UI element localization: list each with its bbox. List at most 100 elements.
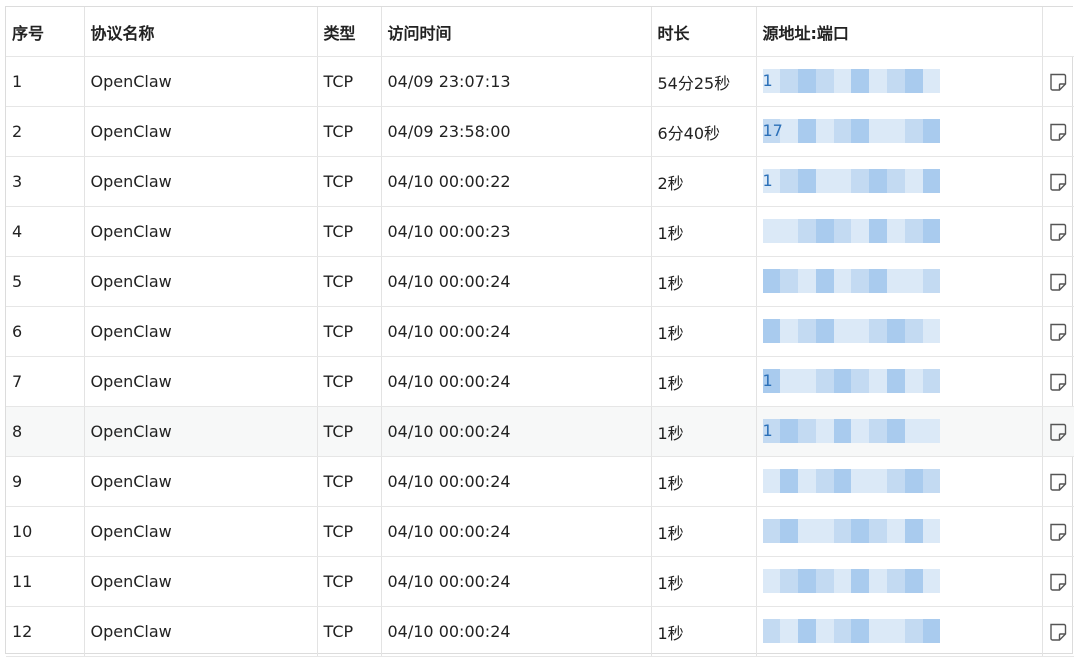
source-address-prefix: 17 (762, 121, 783, 140)
column-header-no[interactable]: 序号 (6, 7, 85, 57)
protocol-name: OpenClaw (84, 356, 318, 407)
row-number: 3 (6, 156, 85, 207)
source-address[interactable]: 1 (756, 56, 1043, 107)
redacted-mosaic (762, 419, 941, 443)
table-row[interactable]: 12 OpenClaw TCP 04/10 00:00:24 1秒 (6, 606, 1074, 657)
table-row[interactable]: 1 OpenClaw TCP 04/09 23:07:13 54分25秒 1 (6, 56, 1074, 107)
redacted-mosaic (762, 69, 941, 93)
table-row[interactable]: 4 OpenClaw TCP 04/10 00:00:23 1秒 (6, 206, 1074, 257)
source-address[interactable]: 1 (756, 156, 1043, 207)
column-header-action (1042, 7, 1074, 57)
source-address[interactable]: 1 (756, 356, 1043, 407)
table-row[interactable]: 11 OpenClaw TCP 04/10 00:00:24 1秒 (6, 556, 1074, 607)
redacted-mosaic (762, 269, 941, 293)
row-action[interactable] (1042, 606, 1074, 657)
row-number: 10 (6, 506, 85, 557)
protocol-name: OpenClaw (84, 306, 318, 357)
redacted-mosaic (762, 169, 941, 193)
protocol-name: OpenClaw (84, 206, 318, 257)
column-header-time[interactable]: 访问时间 (381, 7, 652, 57)
duration: 2秒 (651, 156, 757, 207)
row-action[interactable] (1042, 256, 1074, 307)
note-icon[interactable] (1048, 572, 1068, 592)
table-row[interactable]: 5 OpenClaw TCP 04/10 00:00:24 1秒 (6, 256, 1074, 307)
source-address-prefix: 1 (762, 71, 773, 90)
table-row[interactable]: 3 OpenClaw TCP 04/10 00:00:22 2秒 1 (6, 156, 1074, 207)
protocol-name: OpenClaw (84, 406, 318, 457)
source-address[interactable] (756, 306, 1043, 357)
source-address[interactable] (756, 606, 1043, 657)
note-icon[interactable] (1048, 422, 1068, 442)
row-action[interactable] (1042, 156, 1074, 207)
source-address[interactable]: 17 (756, 106, 1043, 157)
row-action[interactable] (1042, 206, 1074, 257)
duration: 1秒 (651, 256, 757, 307)
note-icon[interactable] (1048, 72, 1068, 92)
column-header-type[interactable]: 类型 (317, 7, 382, 57)
source-address[interactable] (756, 256, 1043, 307)
protocol-name: OpenClaw (84, 56, 318, 107)
access-time: 04/10 00:00:22 (381, 156, 652, 207)
row-action[interactable] (1042, 456, 1074, 507)
access-time: 04/10 00:00:24 (381, 506, 652, 557)
duration: 1秒 (651, 206, 757, 257)
table-row[interactable]: 9 OpenClaw TCP 04/10 00:00:24 1秒 (6, 456, 1074, 507)
redacted-mosaic (762, 469, 941, 493)
source-address[interactable]: 1 (756, 406, 1043, 457)
note-icon[interactable] (1048, 522, 1068, 542)
connection-type: TCP (317, 356, 382, 407)
access-time: 04/09 23:58:00 (381, 106, 652, 157)
row-action[interactable] (1042, 406, 1074, 457)
column-header-duration[interactable]: 时长 (651, 7, 757, 57)
source-address[interactable] (756, 456, 1043, 507)
column-header-source[interactable]: 源地址:端口 (756, 7, 1043, 57)
table-row[interactable]: 10 OpenClaw TCP 04/10 00:00:24 1秒 (6, 506, 1074, 557)
note-icon[interactable] (1048, 222, 1068, 242)
header-row: 序号 协议名称 类型 访问时间 时长 源地址:端口 (6, 7, 1074, 57)
duration: 1秒 (651, 606, 757, 657)
connection-type: TCP (317, 256, 382, 307)
redacted-mosaic (762, 519, 941, 543)
source-address-prefix: 1 (762, 171, 773, 190)
column-header-protocol[interactable]: 协议名称 (84, 7, 318, 57)
row-action[interactable] (1042, 356, 1074, 407)
connection-type: TCP (317, 156, 382, 207)
note-icon[interactable] (1048, 322, 1068, 342)
table-row[interactable]: 8 OpenClaw TCP 04/10 00:00:24 1秒 1 (6, 406, 1074, 457)
row-number: 2 (6, 106, 85, 157)
note-icon[interactable] (1048, 122, 1068, 142)
connection-type: TCP (317, 606, 382, 657)
access-time: 04/10 00:00:24 (381, 306, 652, 357)
access-time: 04/10 00:00:24 (381, 256, 652, 307)
row-number: 6 (6, 306, 85, 357)
note-icon[interactable] (1048, 472, 1068, 492)
duration: 1秒 (651, 356, 757, 407)
note-icon[interactable] (1048, 272, 1068, 292)
row-action[interactable] (1042, 556, 1074, 607)
row-action[interactable] (1042, 506, 1074, 557)
row-action[interactable] (1042, 306, 1074, 357)
access-time: 04/10 00:00:24 (381, 456, 652, 507)
source-address[interactable] (756, 506, 1043, 557)
table-row[interactable]: 2 OpenClaw TCP 04/09 23:58:00 6分40秒 17 (6, 106, 1074, 157)
row-action[interactable] (1042, 106, 1074, 157)
note-icon[interactable] (1048, 372, 1068, 392)
note-icon[interactable] (1048, 622, 1068, 642)
redacted-mosaic (762, 619, 941, 643)
table-row[interactable]: 6 OpenClaw TCP 04/10 00:00:24 1秒 (6, 306, 1074, 357)
duration: 1秒 (651, 456, 757, 507)
access-time: 04/10 00:00:24 (381, 556, 652, 607)
connection-type: TCP (317, 506, 382, 557)
connection-type: TCP (317, 556, 382, 607)
protocol-name: OpenClaw (84, 456, 318, 507)
source-address[interactable] (756, 556, 1043, 607)
row-number: 7 (6, 356, 85, 407)
note-icon[interactable] (1048, 172, 1068, 192)
source-address[interactable] (756, 206, 1043, 257)
row-number: 4 (6, 206, 85, 257)
protocol-name: OpenClaw (84, 106, 318, 157)
table-row[interactable]: 7 OpenClaw TCP 04/10 00:00:24 1秒 1 (6, 356, 1074, 407)
row-number: 11 (6, 556, 85, 607)
row-action[interactable] (1042, 56, 1074, 107)
access-time: 04/10 00:00:24 (381, 356, 652, 407)
